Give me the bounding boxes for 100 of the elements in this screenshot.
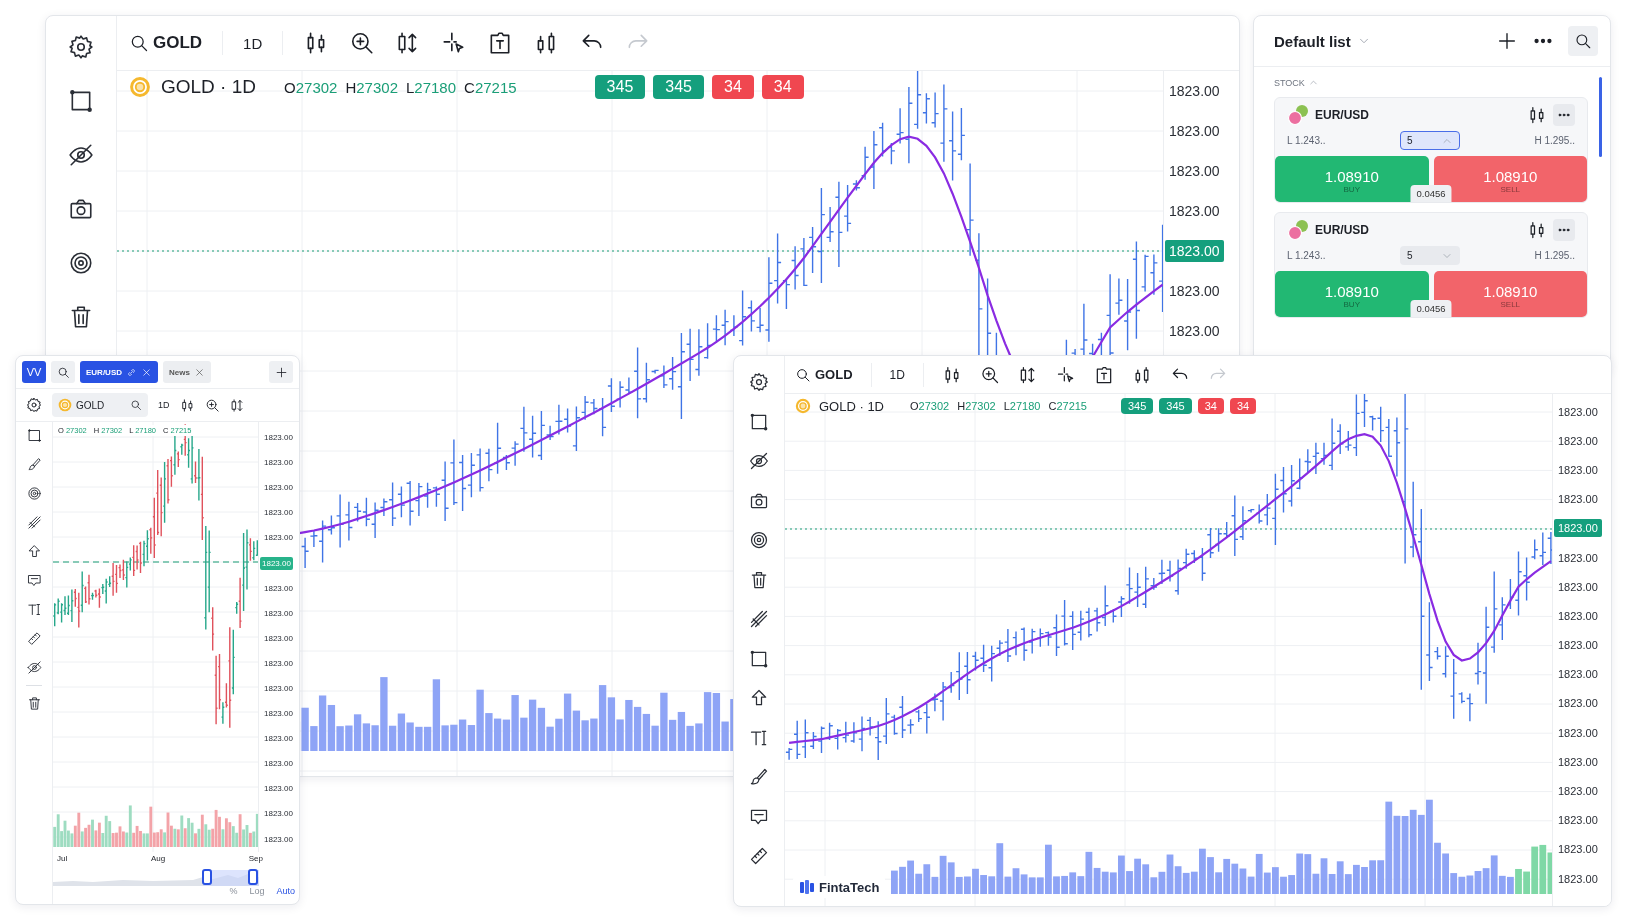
square-icon[interactable] bbox=[749, 648, 769, 669]
current-price-label: 1823.00 bbox=[1554, 519, 1602, 538]
quantity-dropdown[interactable]: 5 bbox=[1400, 246, 1460, 265]
price-label: 1823.00 bbox=[1169, 203, 1220, 219]
brush-icon[interactable] bbox=[26, 457, 42, 472]
interval-button[interactable]: 1D bbox=[889, 367, 905, 382]
trash-icon[interactable] bbox=[749, 569, 769, 590]
count-badge: 345 bbox=[1121, 398, 1154, 414]
price-label: 1823.00 bbox=[1558, 872, 1598, 885]
scale-option[interactable]: Auto bbox=[276, 886, 295, 896]
month-label: Jul bbox=[57, 854, 68, 865]
price-label: 1823.00 bbox=[264, 759, 293, 769]
target-icon[interactable] bbox=[749, 530, 769, 550]
price-label: 1823.00 bbox=[1558, 814, 1598, 827]
close-icon[interactable] bbox=[193, 366, 205, 378]
price-label: 1823.00 bbox=[264, 834, 293, 844]
tab[interactable]: News bbox=[163, 361, 211, 383]
count-badge: 345 bbox=[1159, 398, 1192, 414]
interval-button[interactable]: 1D bbox=[243, 34, 263, 52]
ohlc-value: H27302 bbox=[957, 400, 996, 412]
zoom-in-icon[interactable] bbox=[979, 364, 1000, 385]
settings-icon[interactable] bbox=[26, 397, 42, 413]
price-label: 1823.00 bbox=[1169, 163, 1220, 179]
pitchfork-icon[interactable] bbox=[26, 515, 42, 530]
search-button[interactable] bbox=[1568, 26, 1598, 56]
crosshair-icon[interactable] bbox=[1055, 364, 1076, 385]
price-label: 1823.00 bbox=[1169, 83, 1220, 99]
comment-icon[interactable] bbox=[26, 573, 42, 588]
brush-icon[interactable] bbox=[749, 767, 769, 787]
price-label: 1823.00 bbox=[1169, 123, 1220, 139]
pitchfork-icon[interactable] bbox=[749, 609, 769, 629]
quantity-dropdown[interactable]: 5 bbox=[1400, 131, 1460, 150]
price-label: 1823.00 bbox=[1169, 283, 1220, 299]
search-icon[interactable] bbox=[1574, 32, 1592, 50]
current-price-label: 1823.00 bbox=[1165, 240, 1224, 262]
ohlc-value: L27180 bbox=[406, 78, 457, 96]
square-icon[interactable] bbox=[26, 428, 42, 443]
square-icon[interactable] bbox=[749, 411, 769, 432]
zoom-in-icon[interactable] bbox=[204, 397, 220, 413]
ruler-icon[interactable] bbox=[26, 631, 42, 646]
month-label: Sep bbox=[248, 854, 263, 865]
price-label: 1823.00 bbox=[264, 709, 293, 719]
close-icon[interactable] bbox=[141, 366, 152, 378]
symbol-field[interactable]: GOLD bbox=[52, 393, 148, 417]
search-button[interactable] bbox=[51, 361, 75, 383]
trash-icon[interactable] bbox=[26, 696, 42, 711]
range-navigator[interactable] bbox=[53, 868, 259, 886]
search-icon[interactable] bbox=[130, 399, 142, 411]
scrollbar-thumb[interactable] bbox=[1599, 77, 1602, 157]
hidden-eye-icon[interactable] bbox=[749, 451, 769, 471]
price-label: 1823.00 bbox=[1169, 323, 1220, 339]
add-tab-button[interactable] bbox=[269, 361, 293, 383]
symbol-search-button[interactable]: GOLD bbox=[795, 366, 853, 383]
count-badge: 345 bbox=[594, 75, 646, 99]
price-label: 1823.00 bbox=[1558, 755, 1598, 768]
tab[interactable]: EUR/USD bbox=[80, 361, 158, 383]
chart-title: GOLD · 1D bbox=[819, 398, 884, 414]
price-label: 1823.00 bbox=[1558, 463, 1598, 476]
square-icon[interactable] bbox=[68, 88, 94, 114]
coin-icon bbox=[795, 398, 811, 414]
price-label: 1823.00 bbox=[1558, 668, 1598, 681]
search-icon[interactable] bbox=[56, 365, 70, 379]
price-label: 1823.00 bbox=[1558, 639, 1598, 652]
list-selector[interactable]: Default list bbox=[1274, 32, 1371, 50]
volume-bars bbox=[1515, 844, 1552, 894]
month-label: Aug bbox=[150, 854, 166, 865]
hidden-eye-icon[interactable] bbox=[68, 142, 94, 168]
hidden-eye-icon[interactable] bbox=[26, 660, 42, 675]
search-icon[interactable] bbox=[129, 33, 149, 53]
add-icon[interactable] bbox=[274, 365, 288, 379]
high-price: H 1.295.. bbox=[1534, 135, 1575, 146]
app-logo[interactable]: VV bbox=[22, 361, 46, 383]
price-label: 1823.00 bbox=[1558, 493, 1598, 506]
current-price-label: 1823.00 bbox=[260, 556, 293, 570]
scale-option[interactable]: % bbox=[229, 886, 238, 896]
price-label: 1823.00 bbox=[264, 608, 293, 618]
ruler-icon[interactable] bbox=[749, 846, 769, 866]
interval-button[interactable]: 1D bbox=[158, 400, 170, 410]
arrow-up-icon[interactable] bbox=[26, 544, 42, 559]
price-label: 1823.00 bbox=[1558, 609, 1598, 622]
low-price: L 1.243.. bbox=[1287, 250, 1326, 261]
symbol-search-button[interactable]: GOLD bbox=[129, 33, 203, 53]
price-label: 1823.00 bbox=[1558, 843, 1598, 856]
settings-icon[interactable] bbox=[749, 372, 769, 392]
price-label: 1823.00 bbox=[264, 458, 293, 468]
price-label: 1823.00 bbox=[1558, 785, 1598, 798]
price-label: 1823.00 bbox=[264, 784, 293, 794]
candlestick-icon[interactable] bbox=[179, 397, 195, 413]
scale-option[interactable]: Log bbox=[249, 886, 265, 896]
target-icon[interactable] bbox=[68, 250, 94, 276]
candle-resize-icon[interactable] bbox=[229, 397, 245, 413]
link-icon[interactable] bbox=[126, 366, 137, 378]
text-cursor-icon[interactable] bbox=[26, 602, 42, 617]
arrow-up-icon[interactable] bbox=[749, 688, 769, 708]
add-icon[interactable] bbox=[1496, 30, 1518, 52]
target-icon[interactable] bbox=[26, 486, 42, 501]
price-label: 1823.00 bbox=[264, 533, 293, 543]
search-icon[interactable] bbox=[795, 366, 811, 383]
section-header[interactable]: STOCK bbox=[1274, 77, 1588, 88]
settings-icon[interactable] bbox=[68, 34, 94, 60]
